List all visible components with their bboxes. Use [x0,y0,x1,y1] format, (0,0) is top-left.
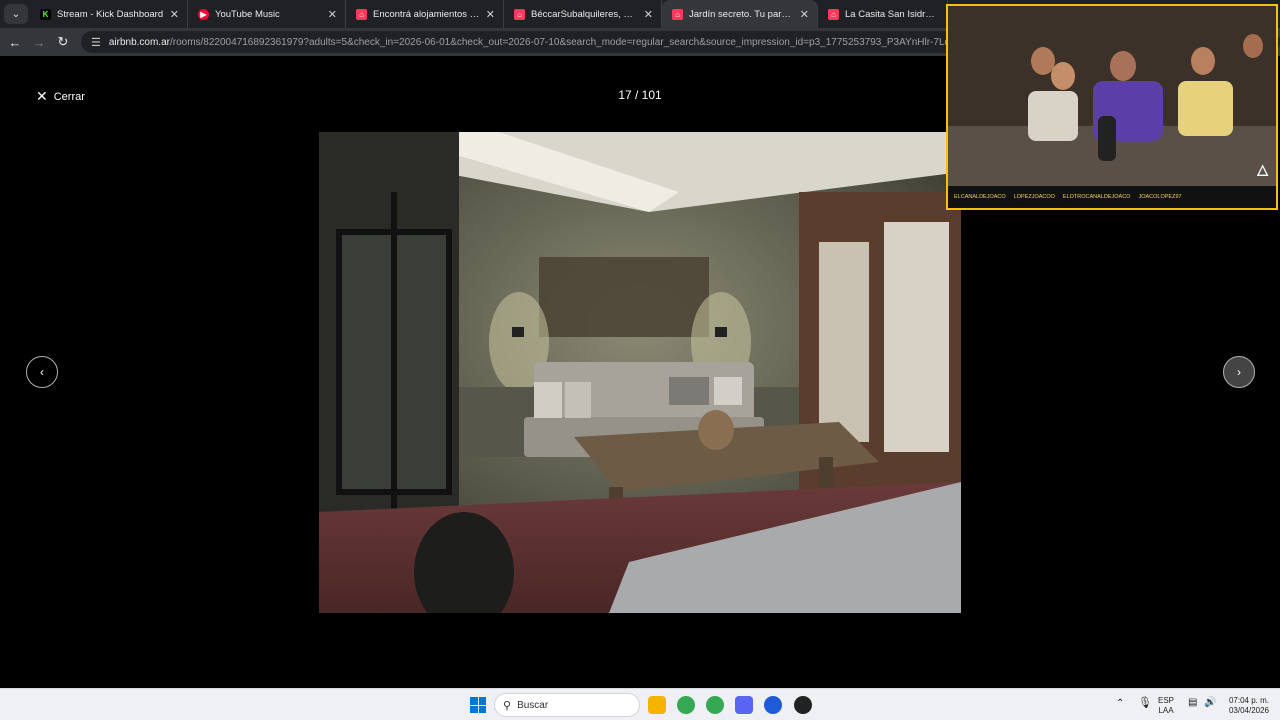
close-icon[interactable]: ✕ [486,8,495,21]
site-info-icon[interactable]: ☰ [91,36,101,49]
microphone-icon[interactable]: 🎙 [1138,698,1152,709]
airbnb-icon: ⌂ [828,8,839,20]
listing-photo [319,132,961,613]
keyboard-layout-label: LAA [1158,706,1174,715]
language-label: ESP [1158,696,1175,705]
obs-icon[interactable] [794,696,812,714]
volume-icon[interactable]: 🔊 [1204,698,1216,708]
forward-icon[interactable]: → [27,35,51,50]
tab-jardin-secreto[interactable]: ⌂ Jardín secreto. Tu paraíso priva ✕ [662,0,818,28]
search-icon: ⚲ [503,699,512,712]
youtube-music-icon: ▶ [198,8,209,20]
discord-icon[interactable] [735,696,753,714]
tab-beccar[interactable]: ⌂ BéccarSubalquileres, alquileres ✕ [504,0,662,28]
handle-label: ELOTROCANALDEJOACO [1062,194,1131,200]
close-icon[interactable]: ✕ [644,8,653,21]
airbnb-icon: ⌂ [672,8,683,20]
clock[interactable]: 07:04 p. m. 03/04/2026 [1224,696,1274,716]
file-explorer-icon[interactable] [648,696,666,714]
network-icon[interactable]: ▤ [1188,698,1197,708]
handle-label: LOPEZJOACOO [1013,194,1055,200]
chrome-profile-icon[interactable] [706,696,724,714]
airbnb-icon: ⌂ [356,8,367,20]
reload-icon[interactable]: ↻ [51,34,75,50]
chevron-up-icon[interactable]: ⌃ [1116,699,1124,709]
windows-taskbar: ⚲ Buscar ⌃ 🎙 ESP LAA ▤ 🔊 07:04 p. m. 03/… [0,688,1280,720]
tab-title: BéccarSubalquileres, alquileres [531,8,638,20]
language-indicator[interactable]: ESP LAA [1158,696,1174,716]
close-icon[interactable]: ✕ [170,8,179,21]
clock-time: 07:04 p. m. [1228,696,1270,705]
tab-airbnb-search[interactable]: ⌂ Encontrá alojamientos en Airbn ✕ [346,0,504,28]
tab-title: La Casita San Isidro - Casas en [845,8,939,20]
stream-handles-strip: ELCANALDEJOACO LOPEZJOACOO ELOTROCANALDE… [948,186,1276,208]
tab-title: Encontrá alojamientos en Airbn [373,8,480,20]
close-icon[interactable]: ✕ [328,8,337,21]
chevron-left-icon: ‹ [40,365,44,379]
webcam-feed [948,6,1276,188]
tab-title: Jardín secreto. Tu paraíso priva [689,8,794,20]
chevron-right-icon: › [1237,365,1241,379]
close-label: Cerrar [53,90,85,103]
tab-youtube-music[interactable]: ▶ YouTube Music ✕ [188,0,346,28]
search-placeholder: Buscar [517,699,549,711]
taskbar-search[interactable]: ⚲ Buscar [494,693,640,717]
tab-search-menu-icon[interactable]: ⌄ [4,4,28,24]
kick-icon: K [40,8,51,20]
adidas-logo-icon: △ [1257,161,1268,177]
tab-la-casita[interactable]: ⌂ La Casita San Isidro - Casas en [818,0,948,28]
close-gallery-button[interactable]: ✕ Cerrar [36,88,85,105]
chrome-icon[interactable] [677,696,695,714]
previous-photo-button[interactable]: ‹ [26,356,58,388]
handle-label: ELCANALDEJOACO [954,194,1006,200]
close-icon: ✕ [36,88,48,104]
tab-kick-dashboard[interactable]: K Stream - Kick Dashboard ✕ [30,0,188,28]
close-icon[interactable]: ✕ [800,8,809,21]
ea-app-icon[interactable] [764,696,782,714]
url-domain: airbnb.com.ar [108,36,170,48]
handle-label: JOACOLOPEZ97 [1138,194,1182,200]
photo-counter: 17 / 101 [618,88,662,102]
stream-webcam-overlay: △ ELCANALDEJOACO LOPEZJOACOO ELOTROCANAL… [946,4,1278,210]
living-room-photo [319,132,961,613]
windows-start-icon[interactable] [470,697,486,713]
airbnb-icon: ⌂ [514,8,525,20]
tab-title: Stream - Kick Dashboard [57,8,164,20]
url-path: /rooms/822004716892361979?adults=5&check… [169,36,1022,48]
tab-title: YouTube Music [215,8,280,20]
back-icon[interactable]: ← [3,35,27,50]
next-photo-button[interactable]: › [1223,356,1255,388]
clock-date: 03/04/2026 [1228,706,1270,715]
